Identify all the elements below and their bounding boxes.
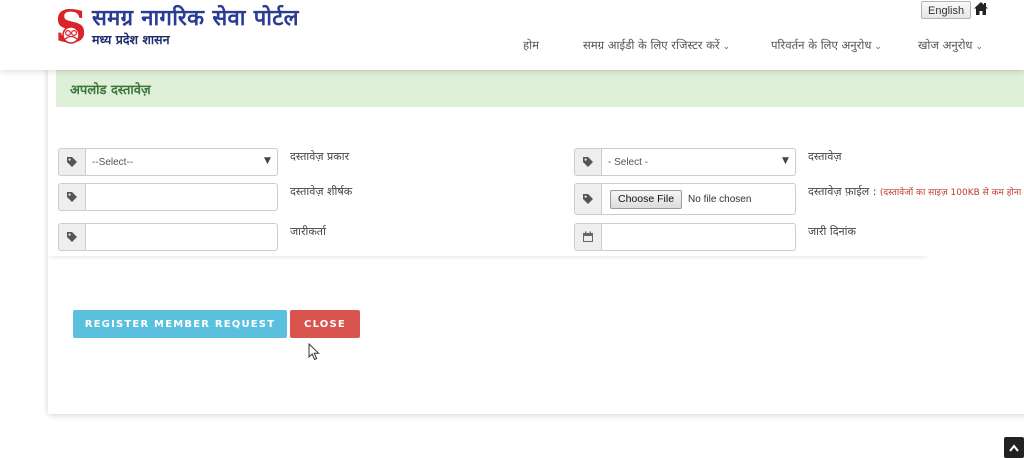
issuer-input[interactable] [86, 223, 278, 251]
nav-item-label: समग्र आईडी के लिए रजिस्टर करें [583, 38, 720, 52]
chevron-down-icon: ⌄ [975, 42, 984, 52]
issue-date-input[interactable] [602, 223, 796, 251]
mouse-cursor-icon [308, 343, 320, 361]
scroll-to-top-button[interactable] [1004, 437, 1024, 458]
document-type-addon [58, 148, 86, 176]
nav-item-label: होम [523, 38, 539, 52]
chevron-up-icon [1009, 443, 1019, 452]
samagra-logo-icon[interactable]: S [54, 4, 88, 50]
language-toggle-button[interactable]: English [921, 1, 972, 19]
document-select[interactable]: - Select - [602, 148, 796, 176]
portal-subtitle: मध्य प्रदेश शासन [92, 32, 170, 47]
site-header: S समग्र नागरिक सेवा पोर्टल मध्य प्रदेश श… [0, 0, 1024, 70]
choose-file-button[interactable]: Choose File [610, 189, 683, 209]
calendar-icon [583, 231, 593, 242]
chevron-down-icon: ⌄ [874, 42, 882, 52]
document-label: दस्तावेज़ [808, 150, 842, 163]
tag-icon [583, 194, 593, 204]
document-addon [574, 148, 602, 176]
document-file-label: दस्तावेज़ फ़ाईल : (दस्तावेजों का साइज़ 1… [808, 184, 1021, 199]
issue-date-label: जारी दिनांक [808, 225, 856, 238]
portal-title: समग्र नागरिक सेवा पोर्टल [92, 6, 299, 31]
nav-item-label: परिवर्तन के लिए अनुरोध [771, 38, 872, 52]
home-icon[interactable] [973, 1, 989, 16]
document-title-label: दस्तावेज़ शीर्षक [290, 185, 353, 198]
issuer-label: जारीकर्ता [290, 225, 326, 238]
panel-heading: अपलोड दस्तावेज़ [56, 70, 1024, 107]
issue-date-addon [574, 223, 602, 251]
document-title-addon [58, 183, 86, 211]
document-type-select[interactable]: --Select-- [86, 148, 278, 176]
file-status-text: No file chosen [688, 193, 752, 205]
panel-title: अपलोड दस्तावेज़ [70, 83, 151, 98]
document-type-select-wrap: --Select-- ▼ [86, 148, 278, 176]
nav-item-change-request[interactable]: परिवर्तन के लिए अनुरोध ⌄ [771, 38, 882, 53]
nav-item-label: खोज अनुरोध [918, 38, 973, 52]
document-type-label: दस्तावेज़ प्रकार [290, 150, 350, 163]
nav-item-search-request[interactable]: खोज अनुरोध ⌄ [918, 38, 983, 53]
tag-icon [583, 157, 593, 167]
close-button[interactable]: CLOSE [290, 310, 360, 338]
nav-item-register-samagra-id[interactable]: समग्र आईडी के लिए रजिस्टर करें ⌄ [583, 38, 730, 53]
nav-item-home[interactable]: होम [523, 38, 539, 53]
document-title-input[interactable] [86, 183, 278, 211]
file-size-note: (दस्तावेजों का साइज़ 100KB से कम होना [879, 188, 1022, 198]
tag-icon [67, 192, 77, 202]
chevron-down-icon: ⌄ [722, 42, 731, 52]
tag-icon [67, 157, 77, 167]
register-member-request-button[interactable]: REGISTER MEMBER REQUEST [73, 310, 287, 338]
document-file-label-text: दस्तावेज़ फ़ाईल : [808, 185, 877, 198]
document-file-input[interactable]: Choose File No file chosen [602, 183, 796, 215]
upload-document-card: अपलोड दस्तावेज़ --Select-- ▼ दस्तावेज़ प… [48, 62, 1024, 414]
document-file-addon [574, 183, 602, 215]
tag-icon [67, 232, 77, 242]
document-select-wrap: - Select - ▼ [602, 148, 796, 176]
issuer-addon [58, 223, 86, 251]
